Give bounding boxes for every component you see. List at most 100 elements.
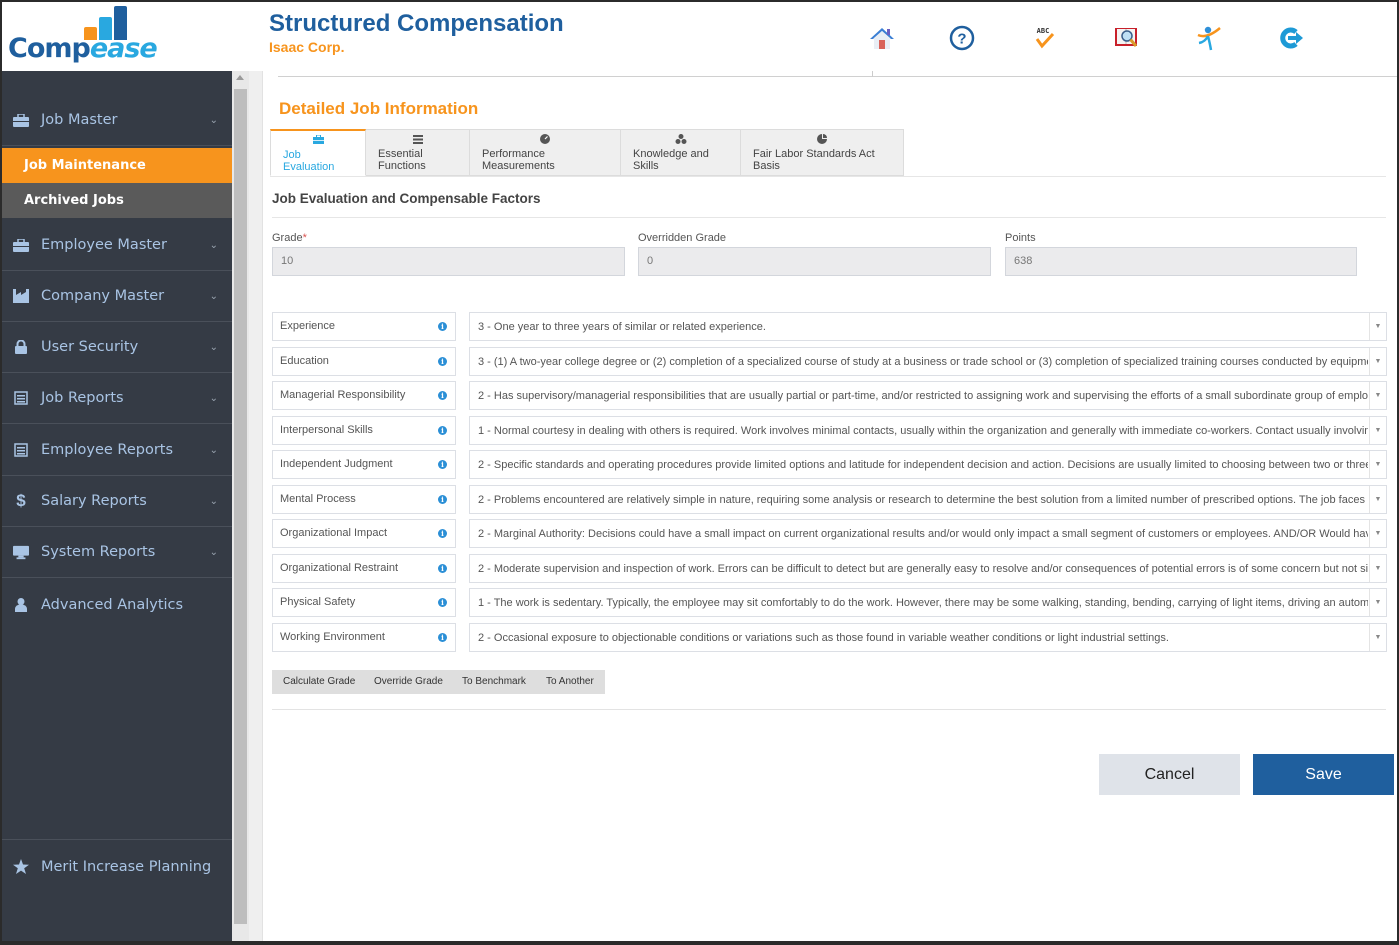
sidebar-item-system-reports[interactable]: System Reports ⌄ (2, 527, 232, 578)
logout-icon (1280, 27, 1303, 49)
compease-logo[interactable]: Compease (8, 4, 158, 66)
dashboard-icon (540, 133, 550, 145)
logout-button[interactable] (1276, 23, 1306, 53)
tab-label: Fair Labor Standards Act Basis (753, 148, 875, 172)
tabs-divider (270, 176, 1386, 177)
sidebar-item-label: Advanced Analytics (41, 596, 184, 613)
sidebar-scrollbar[interactable] (232, 71, 249, 941)
scroll-up-arrow-icon[interactable] (236, 75, 244, 80)
to-benchmark-button[interactable]: To Benchmark (451, 670, 537, 694)
chevron-down-icon: ⌄ (209, 546, 218, 558)
dropdown-caret-icon[interactable]: ▼ (1369, 624, 1386, 651)
factor-selected-value: 1 - Normal courtesy in dealing with othe… (478, 425, 1368, 437)
home-icon (870, 28, 894, 49)
info-icon[interactable]: i (438, 460, 447, 469)
info-icon[interactable]: i (438, 357, 447, 366)
cancel-button[interactable]: Cancel (1099, 754, 1240, 795)
factor-name-text: Education (280, 355, 329, 367)
factor-select-organizational-impact[interactable]: 2 - Marginal Authority: Decisions could … (469, 519, 1387, 548)
dropdown-caret-icon[interactable]: ▼ (1369, 348, 1386, 375)
info-icon[interactable]: i (438, 633, 447, 642)
overridden-grade-field[interactable]: 0 (638, 247, 991, 276)
tab-knowledge-and-skills[interactable]: Knowledge and Skills (621, 129, 741, 176)
sidebar-item-merit-increase-planning[interactable]: Merit Increase Planning (2, 841, 232, 892)
dropdown-caret-icon[interactable]: ▼ (1369, 520, 1386, 547)
tab-essential-functions[interactable]: Essential Functions (366, 129, 470, 176)
sidebar-item-job-master[interactable]: Job Master ⌄ (2, 95, 232, 146)
sidebar-item-company-master[interactable]: Company Master ⌄ (2, 271, 232, 322)
dropdown-caret-icon[interactable]: ▼ (1369, 382, 1386, 409)
points-field[interactable]: 638 (1005, 247, 1357, 276)
factor-name-text: Organizational Impact (280, 527, 387, 539)
sidebar-subitem-archived-jobs[interactable]: Archived Jobs (2, 183, 232, 218)
factor-select-mental-process[interactable]: 2 - Problems encountered are relatively … (469, 485, 1387, 514)
help-button[interactable]: ? (947, 23, 977, 53)
factor-label-managerial-responsibility: Managerial Responsibility i (272, 381, 456, 410)
sidebar-item-employee-reports[interactable]: Employee Reports ⌄ (2, 425, 232, 476)
factor-selected-value: 3 - One year to three years of similar o… (478, 321, 766, 333)
sidebar-item-job-reports[interactable]: Job Reports ⌄ (2, 373, 232, 424)
home-button[interactable] (867, 23, 897, 53)
factor-select-experience[interactable]: 3 - One year to three years of similar o… (469, 312, 1387, 341)
logo-wordmark: Compease (8, 33, 158, 64)
factor-name-text: Experience (280, 320, 336, 332)
dropdown-caret-icon[interactable]: ▼ (1369, 589, 1386, 616)
sidebar-subitem-job-maintenance[interactable]: Job Maintenance (2, 148, 232, 183)
factor-label-experience: Experience i (272, 312, 456, 341)
sidebar-item-employee-master[interactable]: Employee Master ⌄ (2, 220, 232, 271)
grade-field[interactable]: 10 (272, 247, 625, 276)
dropdown-caret-icon[interactable]: ▼ (1369, 486, 1386, 513)
chevron-down-icon: ⌄ (209, 114, 218, 126)
info-icon[interactable]: i (438, 495, 447, 504)
factor-label-working-environment: Working Environment i (272, 623, 456, 652)
factor-name-text: Interpersonal Skills (280, 424, 373, 436)
info-icon[interactable]: i (438, 391, 447, 400)
factor-selected-value: 1 - The work is sedentary. Typically, th… (478, 597, 1368, 609)
dropdown-caret-icon[interactable]: ▼ (1369, 451, 1386, 478)
person-icon (1197, 26, 1221, 51)
dictionary-button[interactable] (1112, 23, 1142, 53)
factor-name-text: Organizational Restraint (280, 562, 399, 574)
factor-select-independent-judgment[interactable]: 2 - Specific standards and operating pro… (469, 450, 1387, 479)
info-icon[interactable]: i (438, 426, 447, 435)
tab-performance-measurements[interactable]: Performance Measurements (470, 129, 621, 176)
dropdown-caret-icon[interactable]: ▼ (1369, 555, 1386, 582)
briefcase-icon (13, 113, 29, 127)
info-icon[interactable]: i (438, 598, 447, 607)
info-icon[interactable]: i (438, 529, 447, 538)
spellcheck-button[interactable]: ABC (1029, 23, 1059, 53)
factor-select-physical-safety[interactable]: 1 - The work is sedentary. Typically, th… (469, 588, 1387, 617)
profile-button[interactable] (1194, 23, 1224, 53)
spellcheck-abc-text: ABC (1037, 27, 1050, 35)
app-title: Structured Compensation (269, 10, 564, 37)
to-another-button[interactable]: To Another (535, 670, 605, 694)
sidebar-item-user-security[interactable]: User Security ⌄ (2, 322, 232, 373)
points-label: Points (1005, 232, 1036, 244)
sidebar-item-salary-reports[interactable]: $ Salary Reports ⌄ (2, 476, 232, 527)
info-icon[interactable]: i (438, 322, 447, 331)
factor-name-text: Working Environment (280, 631, 385, 643)
factor-select-education[interactable]: 3 - (1) A two-year college degree or (2)… (469, 347, 1387, 376)
sidebar-item-label: Job Reports (41, 390, 124, 406)
sidebar-item-label: System Reports (41, 544, 156, 560)
tab-fair-labor-standards-act-basis[interactable]: Fair Labor Standards Act Basis (741, 129, 904, 176)
save-button[interactable]: Save (1253, 754, 1394, 795)
factor-label-organizational-impact: Organizational Impact i (272, 519, 456, 548)
tab-job-evaluation[interactable]: Job Evaluation (270, 129, 366, 176)
scrollbar-thumb[interactable] (234, 89, 247, 924)
factor-select-organizational-restraint[interactable]: 2 - Moderate supervision and inspection … (469, 554, 1387, 583)
tab-label: Job Evaluation (283, 148, 335, 173)
content-gutter (249, 71, 263, 941)
sidebar-item-advanced-analytics[interactable]: Advanced Analytics (2, 579, 232, 630)
dropdown-caret-icon[interactable]: ▼ (1369, 417, 1386, 444)
info-icon[interactable]: i (438, 564, 447, 573)
calculate-grade-button[interactable]: Calculate Grade (272, 670, 367, 694)
subsection-title: Job Evaluation and Compensable Factors (272, 191, 541, 206)
factor-select-working-environment[interactable]: 2 - Occasional exposure to objectionable… (469, 623, 1387, 652)
user-icon (13, 597, 29, 612)
dropdown-caret-icon[interactable]: ▼ (1369, 313, 1386, 340)
factor-select-managerial-responsibility[interactable]: 2 - Has supervisory/managerial responsib… (469, 381, 1387, 410)
factor-select-interpersonal-skills[interactable]: 1 - Normal courtesy in dealing with othe… (469, 416, 1387, 445)
override-grade-button[interactable]: Override Grade (363, 670, 454, 694)
actions-divider (272, 709, 1386, 710)
